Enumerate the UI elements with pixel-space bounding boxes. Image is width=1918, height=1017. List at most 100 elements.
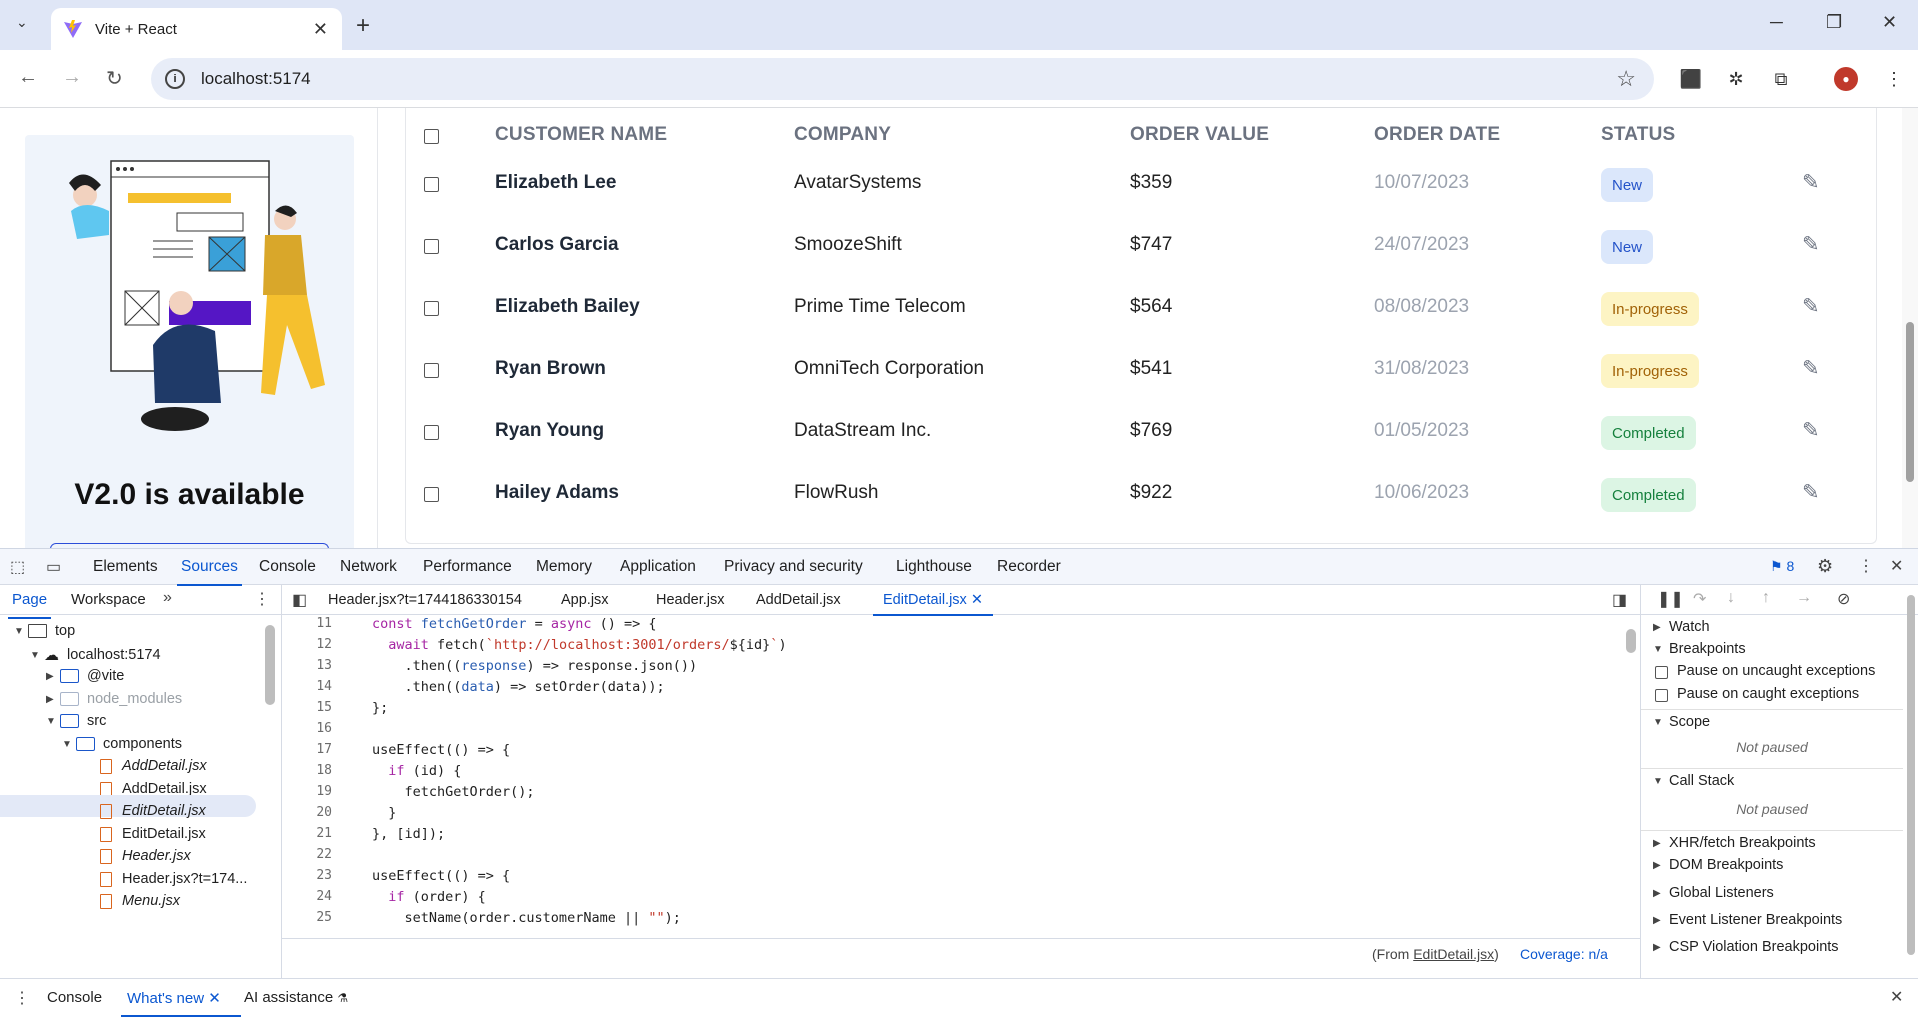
coverage-label[interactable]: Coverage: n/a [1520, 946, 1608, 962]
tab-performance[interactable]: Performance [423, 558, 512, 576]
editor-tab[interactable]: Header.jsx [656, 592, 725, 608]
source-origin-link[interactable]: EditDetail.jsx [1413, 946, 1494, 962]
pause-caught-label[interactable]: Pause on caught exceptions [1677, 686, 1859, 702]
tab-recorder[interactable]: Recorder [997, 558, 1061, 576]
step-into-icon[interactable]: ↓ [1727, 589, 1735, 607]
section-event-listener-breakpoints[interactable]: ▶ Event Listener Breakpoints [1641, 912, 1903, 928]
page-scrollbar[interactable] [1902, 108, 1918, 548]
expand-triangle-icon[interactable]: ▼ [62, 739, 76, 750]
more-tabs-chevron-icon[interactable]: » [163, 589, 172, 607]
section-watch[interactable]: ▶ Watch [1641, 619, 1903, 635]
edit-pencil-icon[interactable]: ✎ [1802, 232, 1820, 257]
editor-tab[interactable]: App.jsx [561, 592, 609, 608]
tree-item-host[interactable]: ▼ ☁ localhost:5174 [30, 646, 161, 664]
pause-uncaught-label[interactable]: Pause on uncaught exceptions [1677, 663, 1875, 679]
editor-tab[interactable]: Header.jsx?t=1744186330154 [328, 592, 522, 608]
tree-file[interactable]: AddDetail.jsx [100, 758, 207, 774]
section-dom-breakpoints[interactable]: ▶ DOM Breakpoints [1641, 857, 1903, 873]
edit-pencil-icon[interactable]: ✎ [1802, 294, 1820, 319]
tab-lighthouse[interactable]: Lighthouse [896, 558, 972, 576]
toggle-debugger-icon[interactable]: ◨ [1612, 590, 1627, 610]
tab-sources[interactable]: Sources [177, 558, 242, 586]
section-call-stack[interactable]: ▼ Call Stack [1641, 768, 1903, 789]
tree-file[interactable]: EditDetail.jsx [100, 826, 206, 842]
select-all-checkbox[interactable] [424, 129, 439, 144]
profile-avatar-icon[interactable]: ● [1834, 67, 1858, 91]
pause-uncaught-checkbox[interactable] [1655, 666, 1668, 679]
page-scrollbar-thumb[interactable] [1906, 322, 1914, 482]
tree-item-node-modules[interactable]: ▶ node_modules [46, 691, 182, 707]
tab-privacy-security[interactable]: Privacy and security [724, 558, 863, 576]
tab-network[interactable]: Network [340, 558, 397, 576]
tree-file[interactable]: Menu.jsx [100, 893, 180, 909]
row-checkbox[interactable] [424, 177, 439, 192]
address-bar[interactable]: i localhost:5174 ☆ [151, 58, 1654, 100]
devtools-menu-icon[interactable]: ⋮ [1858, 556, 1874, 576]
expand-triangle-icon[interactable]: ▼ [30, 650, 44, 661]
extension-tools-icon[interactable]: ✲ [1724, 67, 1748, 91]
inspect-element-icon[interactable]: ⬚ [10, 557, 25, 577]
tab-memory[interactable]: Memory [536, 558, 592, 576]
close-drawer-tab-icon[interactable]: ✕ [208, 990, 221, 1007]
drawer-menu-icon[interactable]: ⋮ [14, 988, 30, 1008]
tree-item-top[interactable]: ▼ top [14, 623, 75, 639]
close-devtools-icon[interactable]: ✕ [1890, 556, 1903, 576]
editor-tab-active[interactable]: EditDetail.jsx ✕ [873, 592, 993, 616]
tree-item-components[interactable]: ▼ components [62, 736, 182, 752]
section-breakpoints[interactable]: ▼ Breakpoints [1641, 641, 1903, 657]
close-window-icon[interactable]: ✕ [1882, 12, 1897, 33]
site-info-icon[interactable]: i [165, 69, 185, 89]
edit-pencil-icon[interactable]: ✎ [1802, 480, 1820, 505]
minimize-icon[interactable]: ─ [1770, 12, 1783, 33]
table-row[interactable]: Ryan Brown OmniTech Corporation $541 31/… [406, 340, 1876, 402]
forward-icon[interactable]: → [62, 66, 82, 89]
close-editor-tab-icon[interactable]: ✕ [971, 592, 983, 608]
section-scope[interactable]: ▼ Scope [1641, 709, 1903, 730]
section-csp-breakpoints[interactable]: ▶ CSP Violation Breakpoints [1641, 937, 1903, 957]
toggle-navigator-icon[interactable]: ◧ [292, 590, 307, 610]
drawer-tab-console[interactable]: Console [47, 989, 102, 1006]
section-xhr-breakpoints[interactable]: ▶ XHR/fetch Breakpoints [1641, 830, 1903, 851]
row-checkbox[interactable] [424, 487, 439, 502]
drawer-tab-ai-assistance[interactable]: AI assistance ⚗ [244, 989, 348, 1006]
back-icon[interactable]: ← [18, 66, 38, 89]
row-checkbox[interactable] [424, 239, 439, 254]
table-row[interactable]: Elizabeth Lee AvatarSystems $359 10/07/2… [406, 154, 1876, 216]
expand-triangle-icon[interactable]: ▼ [14, 626, 28, 637]
device-toolbar-icon[interactable]: ▭ [46, 557, 61, 577]
tab-page[interactable]: Page [7, 591, 52, 619]
header-status[interactable]: STATUS [1601, 124, 1675, 146]
step-out-icon[interactable]: ↑ [1762, 589, 1770, 607]
tab-console[interactable]: Console [259, 558, 316, 576]
collapse-triangle-icon[interactable]: ▶ [46, 694, 60, 705]
table-row[interactable]: Ryan Young DataStream Inc. $769 01/05/20… [406, 402, 1876, 464]
row-checkbox[interactable] [424, 301, 439, 316]
url-text[interactable]: localhost:5174 [201, 69, 311, 89]
tree-item-vite[interactable]: ▶ @vite [46, 668, 124, 684]
table-row[interactable]: Elizabeth Bailey Prime Time Telecom $564… [406, 278, 1876, 340]
tree-file[interactable]: Header.jsx [100, 848, 191, 864]
restore-icon[interactable]: ❐ [1826, 12, 1842, 33]
tree-item-src[interactable]: ▼ src [46, 713, 106, 729]
pause-resume-icon[interactable]: ❚❚ [1657, 589, 1684, 609]
table-row[interactable]: Carlos Garcia SmoozeShift $747 24/07/202… [406, 216, 1876, 278]
row-checkbox[interactable] [424, 425, 439, 440]
bookmark-star-icon[interactable]: ☆ [1616, 66, 1636, 92]
deactivate-breakpoints-icon[interactable]: ⊘ [1837, 589, 1850, 609]
issues-counter[interactable]: ⚑ 8 [1770, 558, 1794, 575]
table-row[interactable]: Hailey Adams FlowRush $922 10/06/2023 Co… [406, 464, 1876, 526]
navigator-menu-icon[interactable]: ⋮ [254, 589, 270, 609]
extensions-puzzle-icon[interactable]: ⧉ [1769, 67, 1793, 91]
collapse-triangle-icon[interactable]: ▶ [46, 671, 60, 682]
browser-tab[interactable]: Vite + React ✕ [51, 8, 342, 50]
tab-search-chevron-icon[interactable]: ⌄ [16, 14, 28, 31]
debugger-scrollbar-thumb[interactable] [1907, 595, 1915, 955]
expand-triangle-icon[interactable]: ▼ [46, 716, 60, 727]
navigator-scrollbar-thumb[interactable] [265, 625, 275, 705]
tab-workspace[interactable]: Workspace [71, 591, 146, 608]
tab-application[interactable]: Application [620, 558, 696, 576]
new-tab-icon[interactable]: + [356, 12, 370, 40]
drawer-tab-whats-new[interactable]: What's new ✕ [121, 989, 241, 1017]
extension-icon[interactable]: ⬛ [1679, 67, 1703, 91]
tab-elements[interactable]: Elements [93, 558, 158, 576]
